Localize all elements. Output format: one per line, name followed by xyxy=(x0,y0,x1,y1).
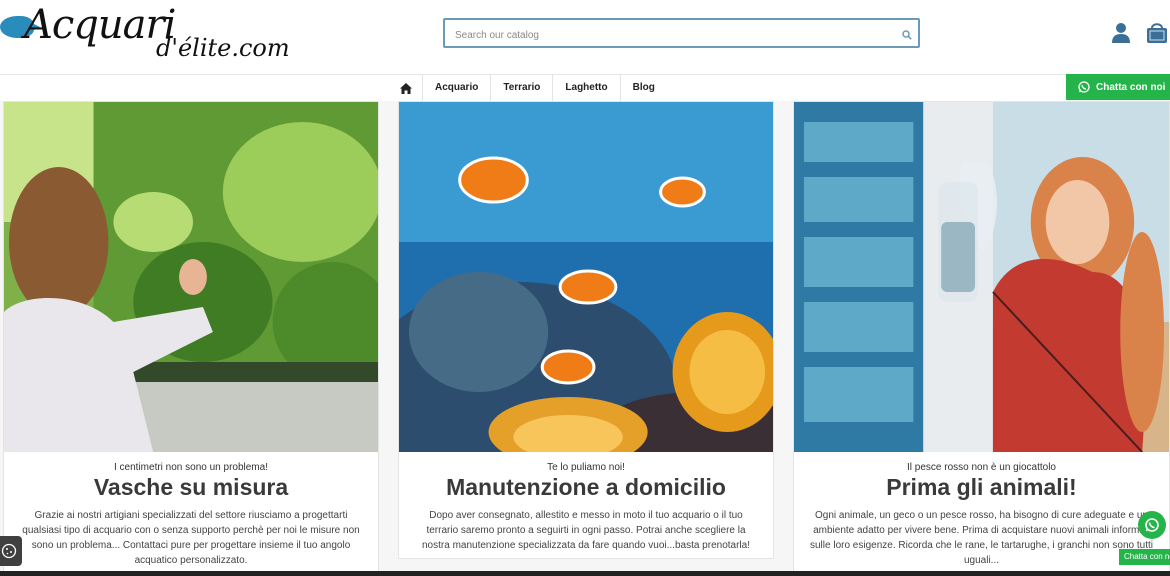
nav-home[interactable] xyxy=(390,75,423,101)
card-kicker: Il pesce rosso non è un giocattolo xyxy=(907,462,1056,473)
main-navigation: Acquario Terrario Laghetto Blog xyxy=(0,75,1170,101)
card-manutenzione-a-domicilio[interactable]: Te lo puliamo noi! Manutenzione a domici… xyxy=(398,101,774,559)
nav-item-terrario[interactable]: Terrario xyxy=(491,75,554,101)
service-cards: I centimetri non sono un problema! Vasch… xyxy=(0,101,1170,576)
card-description: Grazie ai nostri artigiani specializzati… xyxy=(22,510,360,566)
card-image-aquarium-child xyxy=(4,102,378,452)
whatsapp-icon xyxy=(1145,518,1159,532)
card-kicker: I centimetri non sono un problema! xyxy=(114,462,268,473)
nav-item-acquario[interactable]: Acquario xyxy=(423,75,492,101)
card-title: Manutenzione a domicilio xyxy=(446,474,726,500)
shopping-bag-icon[interactable] xyxy=(1145,20,1169,44)
chat-button[interactable]: Chatta con noi xyxy=(1066,74,1170,100)
card-title: Prima gli animali! xyxy=(886,474,1077,500)
card-prima-gli-animali[interactable]: Il pesce rosso non è un giocattolo Prima… xyxy=(793,101,1170,576)
chat-button-label: Chatta con noi xyxy=(1096,81,1166,93)
nav-item-laghetto[interactable]: Laghetto xyxy=(553,75,621,101)
cookie-icon xyxy=(1,543,17,559)
logo-subtext: d'élite.com xyxy=(156,34,290,62)
card-kicker: Te lo puliamo noi! xyxy=(547,462,625,473)
whatsapp-float-button[interactable] xyxy=(1138,511,1166,539)
cookie-settings-button[interactable] xyxy=(0,536,22,566)
card-description: Ogni animale, un geco o un pesce rosso, … xyxy=(810,510,1153,566)
search-input[interactable] xyxy=(453,25,887,45)
card-title: Vasche su misura xyxy=(93,474,289,500)
search-box xyxy=(443,18,920,48)
card-description: Dopo aver consegnato, allestito e messo … xyxy=(422,510,750,551)
card-image-girl-with-fish-bag xyxy=(794,102,1169,452)
user-account-icon[interactable] xyxy=(1111,22,1131,44)
home-icon xyxy=(400,82,412,94)
whatsapp-icon xyxy=(1078,81,1090,93)
whatsapp-chat-tab[interactable]: Chatta con noi xyxy=(1119,549,1170,565)
card-image-clownfish-reef xyxy=(399,102,773,452)
site-logo[interactable]: Acquari d'élite.com xyxy=(0,2,290,66)
page-bottom-bar xyxy=(0,571,1170,576)
search-icon[interactable] xyxy=(902,27,912,40)
site-header: Acquari d'élite.com xyxy=(0,0,1170,75)
logo-text: Acquari xyxy=(24,2,176,48)
card-vasche-su-misura[interactable]: I centimetri non sono un problema! Vasch… xyxy=(3,101,379,576)
nav-item-blog[interactable]: Blog xyxy=(621,75,667,101)
